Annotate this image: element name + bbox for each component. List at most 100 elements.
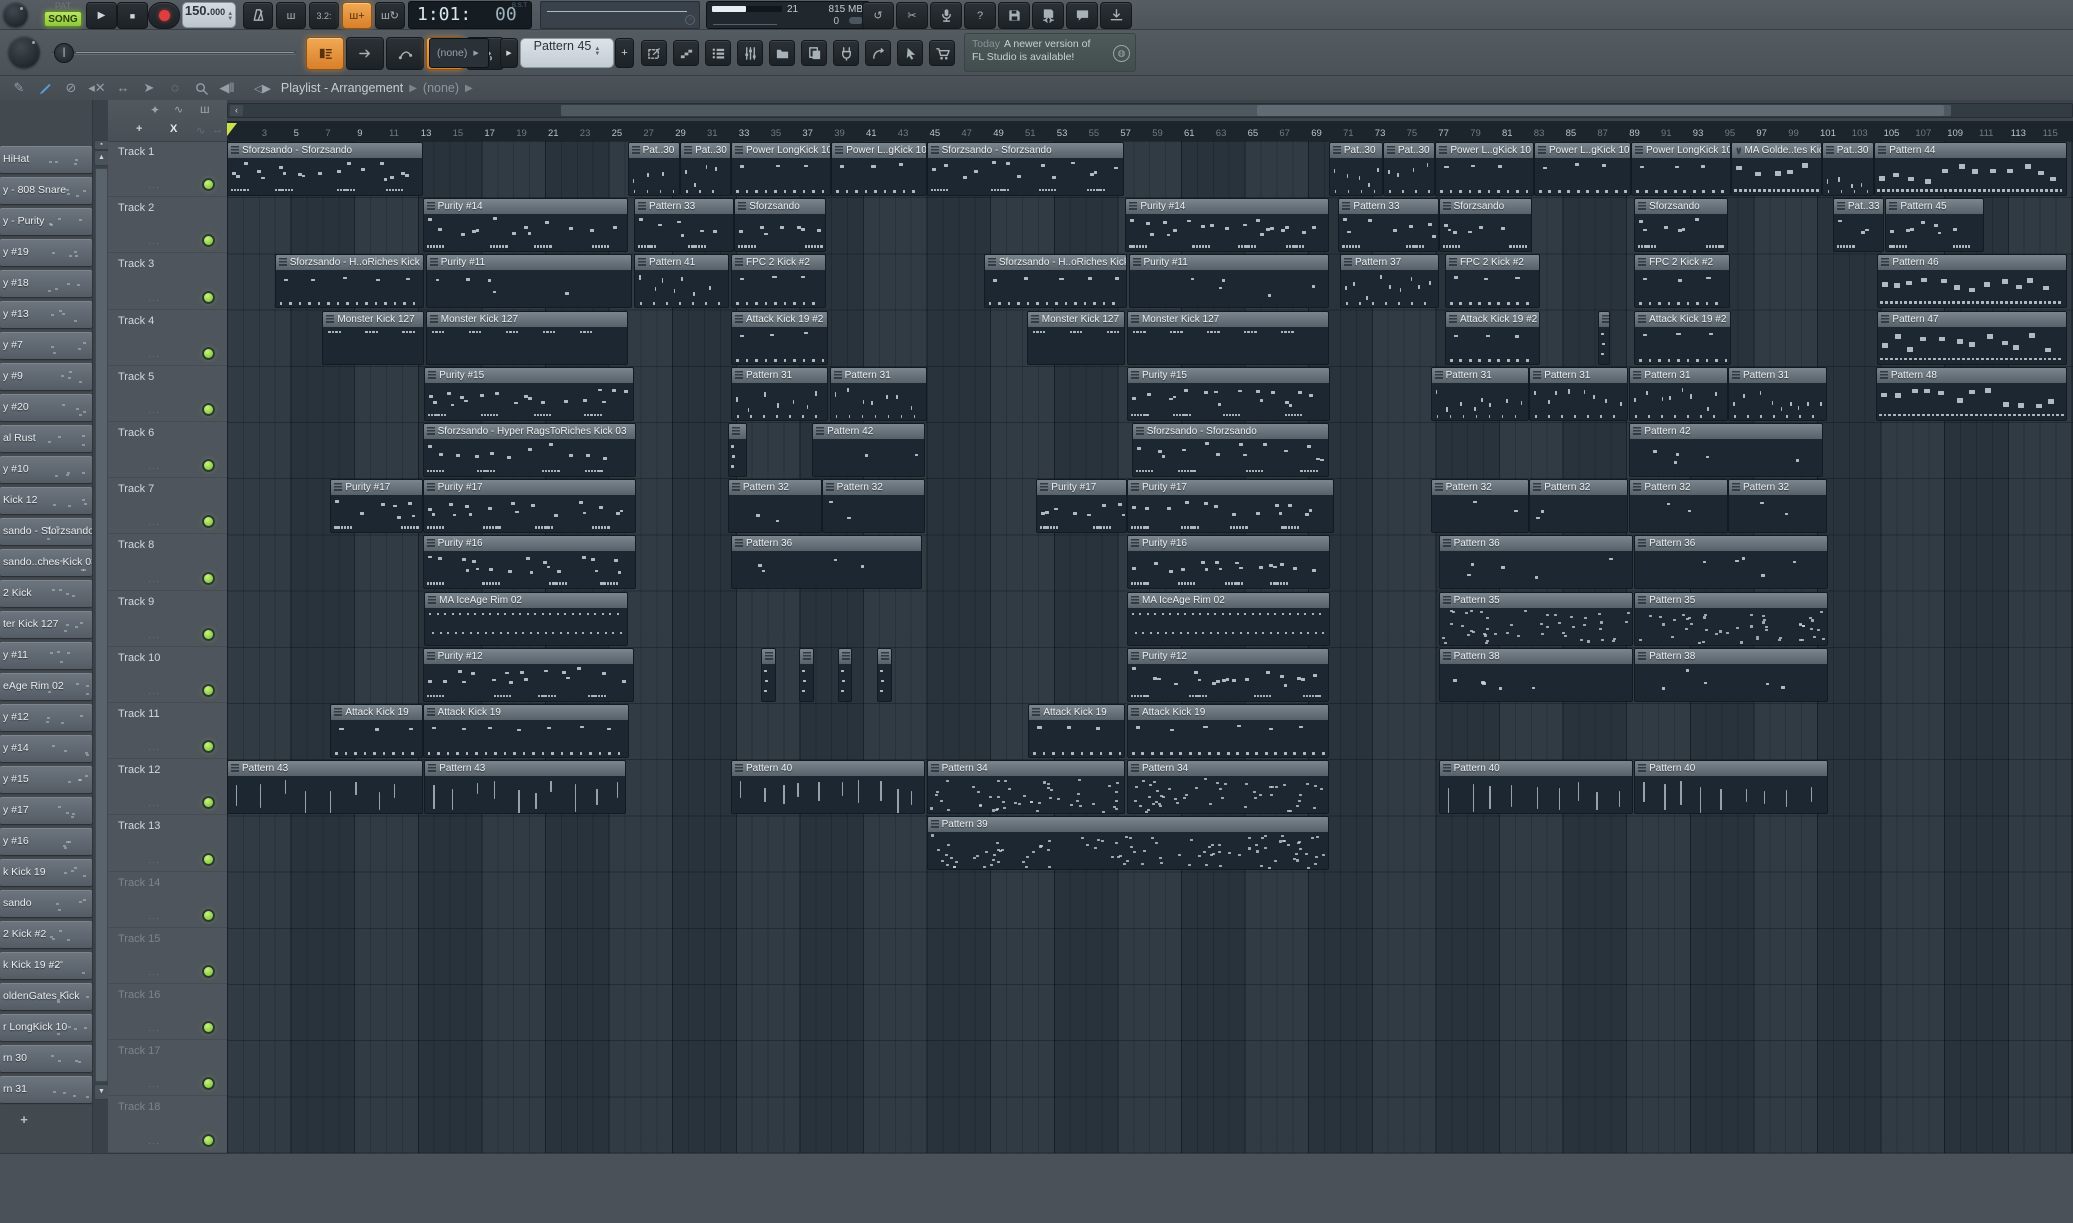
pattern-clip[interactable]: Attack Kick 19 #2	[1634, 311, 1731, 365]
clip-body[interactable]	[1029, 720, 1124, 757]
pattern-clip[interactable]: Sforzsando	[1439, 198, 1533, 252]
pattern-clip[interactable]: Pattern 34	[927, 760, 1126, 814]
clip-body[interactable]	[1729, 495, 1826, 532]
pattern-clip[interactable]: FPC 2 Kick #2	[731, 254, 826, 308]
metronome-icon[interactable]	[243, 2, 273, 29]
clip-menu-icon[interactable]	[826, 483, 834, 491]
picker-item[interactable]: 2 Kick #2	[0, 921, 92, 948]
clip-body[interactable]	[424, 664, 633, 701]
clip-menu-icon[interactable]	[1881, 258, 1889, 266]
record-button[interactable]	[148, 2, 180, 29]
hscroll-thumb-bright[interactable]	[1257, 105, 1944, 116]
slider-thumb[interactable]: |	[54, 43, 74, 63]
pattern-clip[interactable]: Monster Kick 127	[1127, 311, 1329, 365]
clip-header[interactable]: Sforzsando - Sforzsando	[228, 143, 422, 158]
detach-icon[interactable]: ◁▶	[254, 82, 271, 95]
track-mute-led[interactable]	[204, 855, 213, 864]
pattern-clip[interactable]: Attack Kick 19 #2	[1445, 311, 1540, 365]
stretch-icon[interactable]: ↔	[110, 80, 136, 96]
clip-body[interactable]	[735, 214, 825, 251]
track-resize-grip[interactable]: ···	[148, 969, 160, 979]
pattern-clip[interactable]: Pattern 40	[731, 760, 925, 814]
pattern-selector[interactable]: Pattern 45 ▲▼	[520, 38, 614, 68]
clip-body[interactable]	[928, 158, 1123, 195]
clip-body[interactable]	[732, 327, 827, 364]
clip-body[interactable]	[1878, 270, 2065, 307]
clip-body[interactable]	[228, 776, 422, 813]
picker-item[interactable]: y #14	[0, 735, 92, 762]
track-header[interactable]: Track 16···	[108, 984, 227, 1040]
clip-header[interactable]: Sforzsando	[735, 199, 825, 214]
clip-menu-icon[interactable]	[632, 146, 640, 154]
pattern-clip[interactable]: Purity #15	[424, 367, 634, 421]
track-resize-grip[interactable]: ···	[148, 407, 160, 417]
clip-menu-icon[interactable]	[765, 652, 773, 660]
clip-header[interactable]: Attack Kick 19	[424, 705, 629, 720]
clip-header[interactable]: Purity #12	[1128, 649, 1328, 664]
clip-menu-icon[interactable]	[1129, 202, 1137, 210]
pattern-clip[interactable]: Pattern 36	[731, 535, 922, 589]
clip-header[interactable]: Attack Kick 19	[1128, 705, 1328, 720]
pattern-clip[interactable]: Purity #16	[1127, 535, 1331, 589]
clip-body[interactable]	[1432, 495, 1529, 532]
clip-header[interactable]: Pattern 48	[1877, 368, 2066, 383]
pattern-clip[interactable]: Attack Kick 19 #2	[731, 311, 828, 365]
clip-menu-icon[interactable]	[326, 315, 334, 323]
clip-body[interactable]	[1130, 270, 1328, 307]
picker-item[interactable]: Kick 12	[0, 487, 92, 514]
clip-menu-icon[interactable]	[638, 258, 646, 266]
pattern-clip[interactable]: Pattern 32	[822, 479, 925, 533]
slide-icon[interactable]	[386, 37, 424, 70]
pattern-clip[interactable]	[799, 648, 813, 702]
clip-menu-icon[interactable]	[427, 652, 435, 660]
clip-body[interactable]	[629, 158, 679, 195]
picker-scroll-thumb[interactable]	[95, 168, 108, 1082]
pattern-clip[interactable]: Pat..30	[1383, 142, 1435, 196]
stairs-icon[interactable]	[673, 40, 699, 66]
pattern-clip[interactable]: Pattern 32	[1728, 479, 1827, 533]
clip-menu-icon[interactable]	[1131, 483, 1139, 491]
pattern-clip[interactable]: Pat..30	[680, 142, 731, 196]
clip-body[interactable]	[1635, 551, 1827, 588]
clip-header[interactable]: Attack Kick 19	[1029, 705, 1124, 720]
clip-header[interactable]: Sforzsando	[1440, 199, 1532, 214]
playlist-grid[interactable]: Sforzsando - SforzsandoPat..30Pat..30Pow…	[227, 141, 2073, 1153]
pattern-clip[interactable]: Pattern 31	[830, 367, 927, 421]
pattern-clip[interactable]: Purity #12	[1127, 648, 1329, 702]
clip-menu-icon[interactable]	[1133, 258, 1141, 266]
pattern-clip[interactable]: Purity #17	[1127, 479, 1334, 533]
clip-menu-icon[interactable]	[1435, 371, 1443, 379]
pattern-clip[interactable]: Pattern 42	[1629, 423, 1823, 477]
clip-body[interactable]	[1128, 327, 1328, 364]
paint-icon[interactable]	[32, 80, 58, 96]
clip-header[interactable]: Power L..gKick 10	[1436, 143, 1533, 158]
clip-menu-icon[interactable]	[1443, 764, 1451, 772]
picker-item[interactable]: y #17	[0, 797, 92, 824]
clip-body[interactable]	[823, 495, 924, 532]
clip-header[interactable]: Pattern 46	[1878, 255, 2065, 270]
clip-header[interactable]: MA IceAge Rim 02	[425, 593, 627, 608]
clip-body[interactable]	[1440, 214, 1532, 251]
main-volume-knob[interactable]	[3, 2, 28, 27]
clip-menu-icon[interactable]	[1638, 202, 1646, 210]
clip-body[interactable]	[1128, 608, 1330, 645]
clip-header[interactable]: Pat..30	[629, 143, 679, 158]
track-header[interactable]: Track 11···	[108, 703, 227, 759]
picker-item[interactable]: y #20	[0, 394, 92, 421]
picker-item[interactable]: sando	[0, 890, 92, 917]
track-resize-grip[interactable]: ···	[148, 1025, 160, 1035]
pattern-clip[interactable]: MA IceAge Rim 02	[1127, 592, 1331, 646]
clip-menu-icon[interactable]	[428, 371, 436, 379]
track-mute-led[interactable]	[204, 461, 213, 470]
piano-icon[interactable]: ш	[200, 102, 210, 116]
playhead-marker[interactable]	[227, 123, 237, 136]
update-notification[interactable]: TodayA newer version of FL Studio is ava…	[964, 33, 1136, 72]
pattern-clip[interactable]: Power L..gKick 10	[1534, 142, 1631, 196]
pattern-clip[interactable]: Purity #12	[423, 648, 634, 702]
clip-menu-icon[interactable]	[735, 258, 743, 266]
clip-menu-icon[interactable]	[279, 258, 287, 266]
magnet-icon[interactable]: ✦	[150, 103, 160, 117]
pattern-clip[interactable]: Monster Kick 127	[322, 311, 424, 365]
clip-header[interactable]: Pattern 31	[1530, 368, 1627, 383]
clip-body[interactable]	[729, 439, 746, 476]
